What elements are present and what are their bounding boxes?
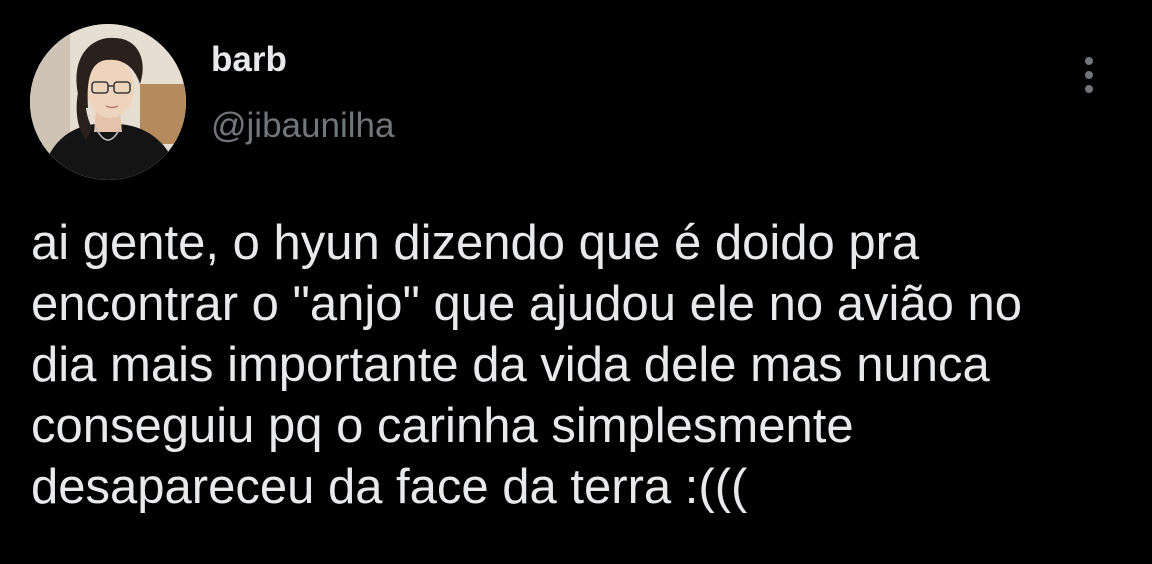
avatar-photo: [30, 24, 186, 180]
author-display-name[interactable]: barb: [211, 40, 287, 80]
more-options-button[interactable]: [1070, 50, 1108, 100]
avatar[interactable]: [30, 24, 186, 180]
tweet-text: ai gente, o hyun dizendo que é doido pra…: [31, 213, 1131, 518]
tweet-text-line: encontrar o "anjo" que ajudou ele no avi…: [31, 277, 1023, 331]
more-vertical-icon-dot: [1085, 71, 1093, 79]
tweet-text-line: ai gente, o hyun dizendo que é doido pra: [31, 216, 920, 270]
author-handle[interactable]: @jibaunilha: [211, 106, 394, 146]
more-vertical-icon-dot: [1085, 85, 1093, 93]
tweet-text-line: conseguiu pq o carinha simplesmente: [31, 399, 854, 453]
tweet-card: barb @jibaunilha ai gente, o hyun dizend…: [0, 0, 1152, 564]
tweet-text-line: dia mais importante da vida dele mas nun…: [31, 338, 990, 392]
more-vertical-icon: [1085, 57, 1093, 65]
tweet-text-line: desapareceu da face da terra :(((: [31, 460, 748, 514]
